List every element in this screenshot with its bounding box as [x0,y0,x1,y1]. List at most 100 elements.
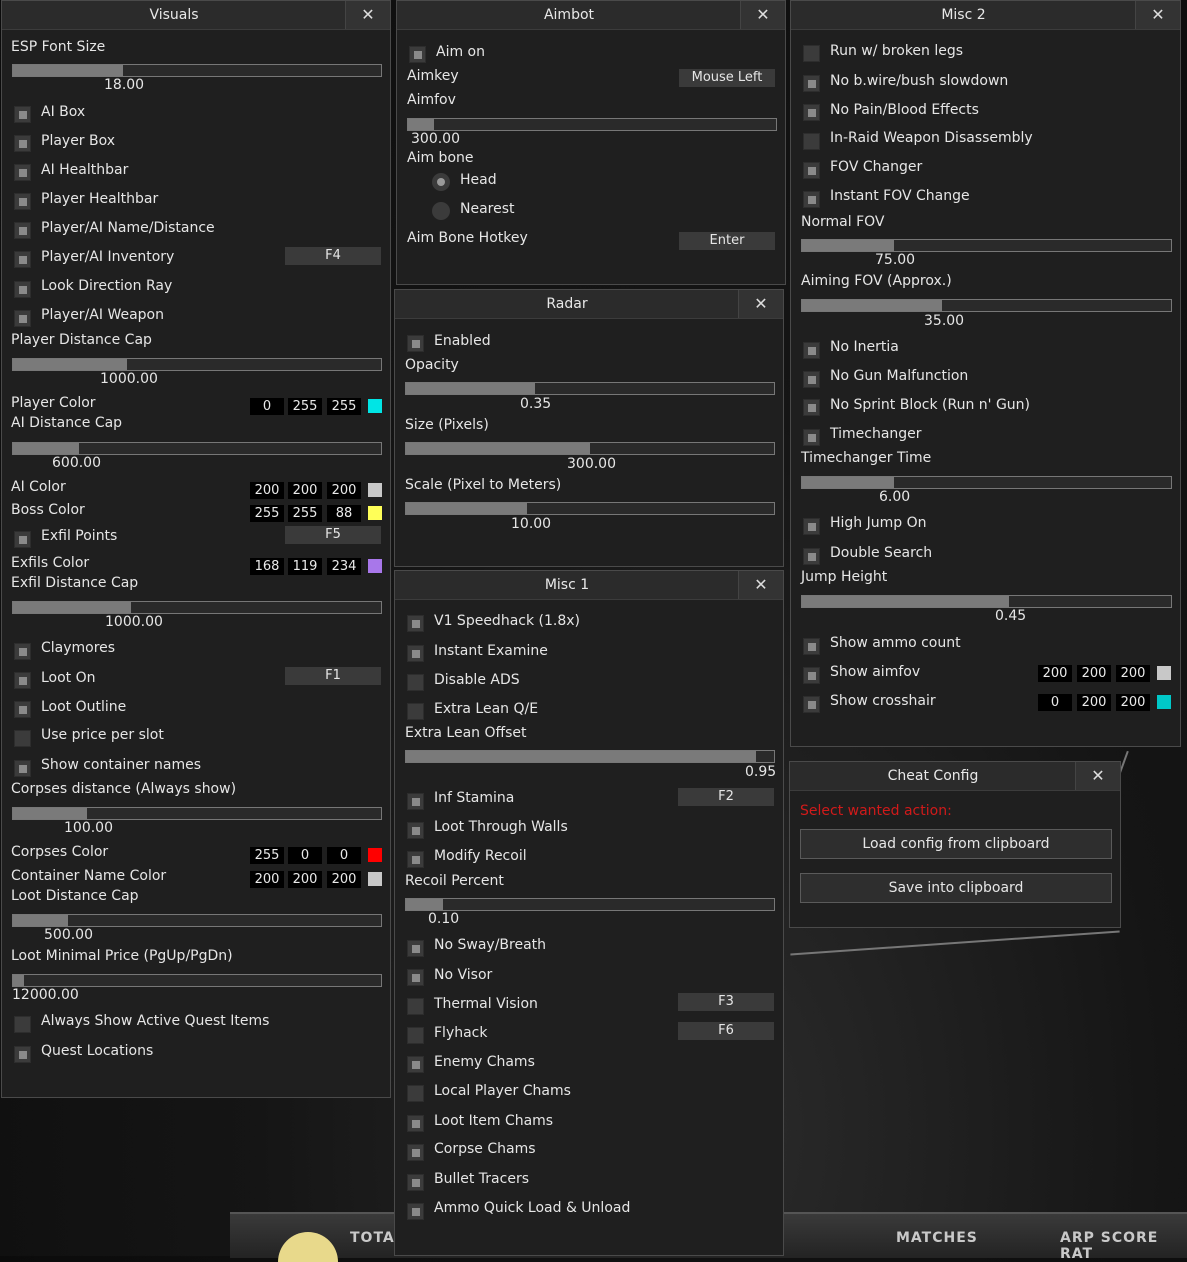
thermal-hotkey[interactable]: F3 [678,993,774,1011]
boss-color-swatch[interactable] [368,506,382,520]
crosshair-color-b[interactable]: 200 [1116,694,1150,711]
player-color-g[interactable]: 255 [288,398,322,415]
close-button[interactable]: ✕ [345,1,390,29]
container-names-checkbox[interactable] [14,760,31,777]
radar-enabled-checkbox[interactable] [407,335,424,352]
close-button[interactable]: ✕ [738,571,783,599]
price-per-slot-checkbox[interactable] [14,730,31,747]
quest-locations-checkbox[interactable] [14,1046,31,1063]
lean-offset-slider[interactable] [405,750,775,763]
corpses-color-r[interactable]: 255 [250,847,284,864]
disable-ads-checkbox[interactable] [407,674,424,691]
load-config-button[interactable]: Load config from clipboard [800,829,1112,859]
size-slider[interactable] [405,442,775,455]
ai-box-checkbox[interactable] [14,106,31,123]
normal-fov-slider[interactable] [801,239,1172,252]
close-button[interactable]: ✕ [738,290,783,318]
aimfov-color-b[interactable]: 200 [1116,665,1150,682]
claymores-checkbox[interactable] [14,643,31,660]
no-slowdown-checkbox[interactable] [803,75,820,92]
player-color-r[interactable]: 0 [250,398,284,415]
exfils-color-b[interactable]: 234 [327,558,361,575]
crosshair-color-g[interactable]: 200 [1077,694,1111,711]
disassembly-checkbox[interactable] [803,133,820,150]
aim-on-checkbox[interactable] [409,46,426,63]
flyhack-checkbox[interactable] [407,1027,424,1044]
loot-min-price-slider[interactable] [12,974,382,987]
local-chams-checkbox[interactable] [407,1085,424,1102]
boss-color-b[interactable]: 88 [327,505,361,522]
crosshair-color-swatch[interactable] [1157,695,1171,709]
jump-height-slider[interactable] [801,595,1172,608]
timechanger-time-slider[interactable] [801,476,1172,489]
instant-fov-checkbox[interactable] [803,191,820,208]
ammo-count-checkbox[interactable] [803,638,820,655]
inf-stamina-checkbox[interactable] [407,793,424,810]
recoil-percent-slider[interactable] [405,898,775,911]
aim-bone-hotkey[interactable]: Enter [679,232,775,250]
aimbot-titlebar[interactable]: Aimbot ✕ [397,1,785,30]
fov-changer-checkbox[interactable] [803,162,820,179]
high-jump-checkbox[interactable] [803,518,820,535]
loot-distance-cap-slider[interactable] [12,914,382,927]
no-pain-checkbox[interactable] [803,104,820,121]
aimfov-slider[interactable] [407,118,777,131]
exfil-points-checkbox[interactable] [14,531,31,548]
boss-color-g[interactable]: 255 [288,505,322,522]
weapon-checkbox[interactable] [14,310,31,327]
container-color-g[interactable]: 200 [288,871,322,888]
corpses-distance-slider[interactable] [12,807,382,820]
player-healthbar-checkbox[interactable] [14,193,31,210]
speedhack-checkbox[interactable] [407,615,424,632]
loot-chams-checkbox[interactable] [407,1115,424,1132]
misc2-titlebar[interactable]: Misc 2 ✕ [791,1,1180,30]
player-color-b[interactable]: 255 [327,398,361,415]
player-distance-cap-slider[interactable] [12,358,382,371]
show-aimfov-checkbox[interactable] [803,667,820,684]
loot-through-walls-checkbox[interactable] [407,822,424,839]
ai-distance-cap-slider[interactable] [12,442,382,455]
exfils-color-g[interactable]: 119 [288,558,322,575]
cheat-config-titlebar[interactable]: Cheat Config ✕ [790,762,1120,791]
quest-items-checkbox[interactable] [14,1016,31,1033]
save-config-button[interactable]: Save into clipboard [800,873,1112,903]
exfils-color-r[interactable]: 168 [250,558,284,575]
exfil-distance-cap-slider[interactable] [12,601,382,614]
loot-outline-checkbox[interactable] [14,701,31,718]
opacity-slider[interactable] [405,382,775,395]
thermal-checkbox[interactable] [407,998,424,1015]
player-color-swatch[interactable] [368,399,382,413]
ai-color-r[interactable]: 200 [250,482,284,499]
name-distance-checkbox[interactable] [14,222,31,239]
modify-recoil-checkbox[interactable] [407,851,424,868]
ammo-load-checkbox[interactable] [407,1203,424,1220]
extra-lean-checkbox[interactable] [407,703,424,720]
broken-legs-checkbox[interactable] [803,45,820,62]
container-color-r[interactable]: 200 [250,871,284,888]
ai-healthbar-checkbox[interactable] [14,164,31,181]
no-sprint-block-checkbox[interactable] [803,399,820,416]
player-box-checkbox[interactable] [14,135,31,152]
visuals-titlebar[interactable]: Visuals ✕ [2,1,390,30]
aimfov-color-r[interactable]: 200 [1038,665,1072,682]
look-ray-checkbox[interactable] [14,281,31,298]
exfil-hotkey[interactable]: F5 [285,526,381,544]
corpse-chams-checkbox[interactable] [407,1144,424,1161]
nearest-radio[interactable] [432,202,450,220]
instant-examine-checkbox[interactable] [407,645,424,662]
aimkey-hotkey[interactable]: Mouse Left [679,69,775,87]
flyhack-hotkey[interactable]: F6 [678,1022,774,1040]
ai-color-b[interactable]: 200 [327,482,361,499]
radar-titlebar[interactable]: Radar ✕ [395,290,783,319]
ai-color-g[interactable]: 200 [288,482,322,499]
corpses-color-b[interactable]: 0 [327,847,361,864]
crosshair-color-r[interactable]: 0 [1038,694,1072,711]
enemy-chams-checkbox[interactable] [407,1056,424,1073]
no-visor-checkbox[interactable] [407,969,424,986]
exfils-color-swatch[interactable] [368,559,382,573]
container-color-b[interactable]: 200 [327,871,361,888]
head-radio[interactable] [432,173,450,191]
loot-on-checkbox[interactable] [14,672,31,689]
inventory-hotkey[interactable]: F4 [285,247,381,265]
aimfov-color-swatch[interactable] [1157,666,1171,680]
